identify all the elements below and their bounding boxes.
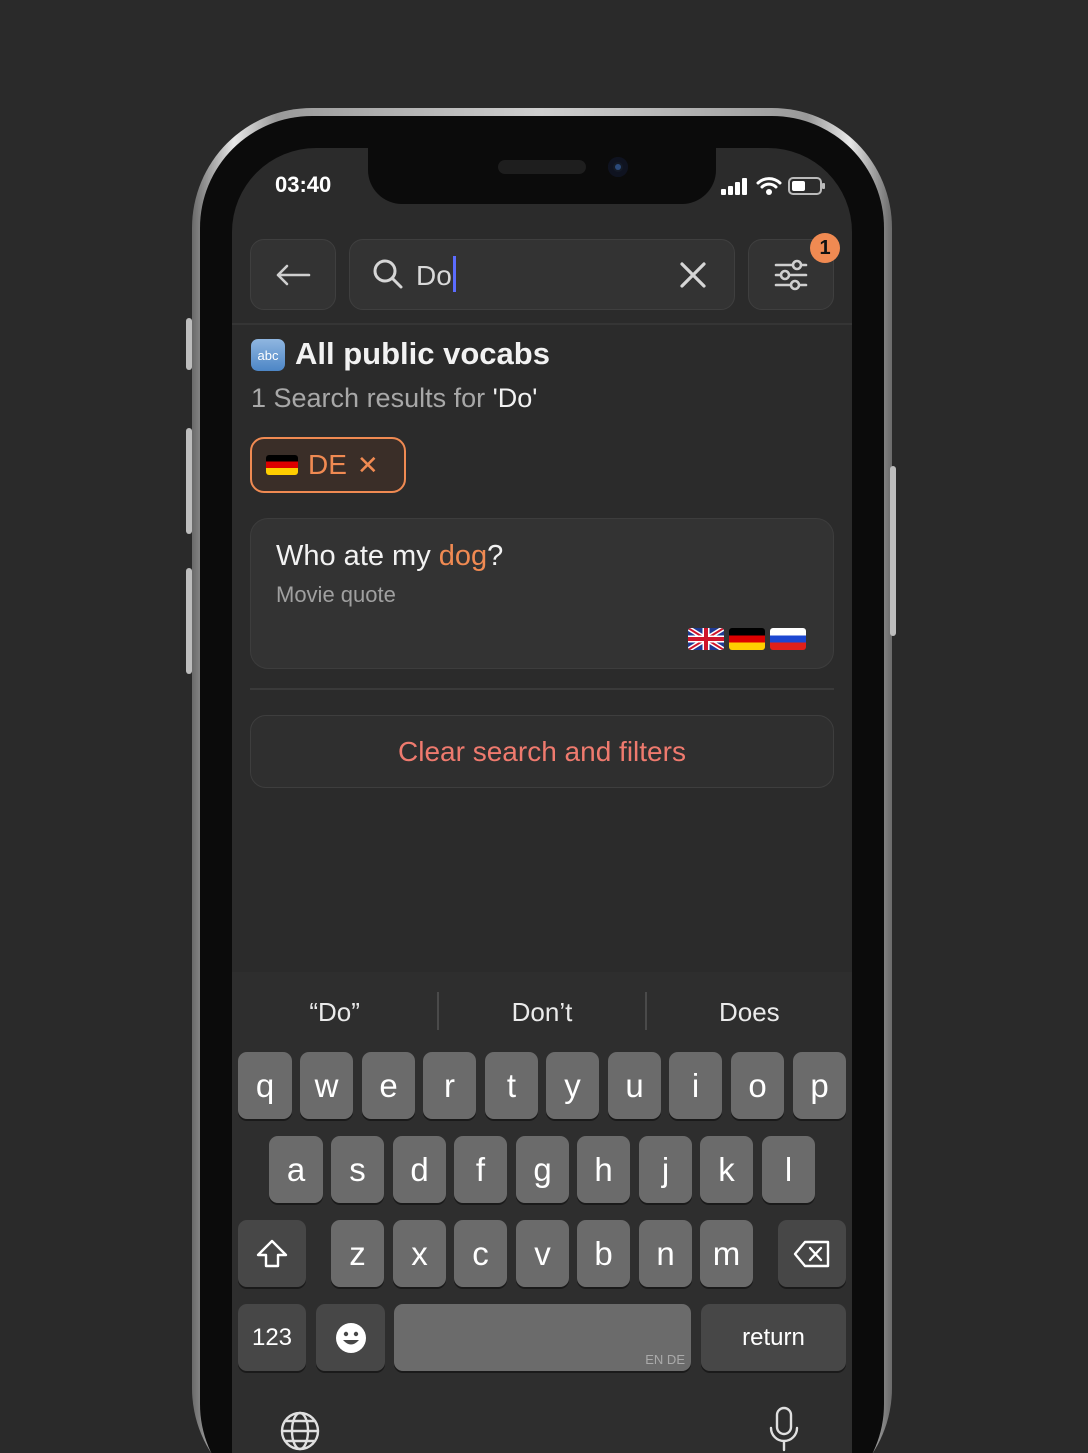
- signal-icon: [721, 178, 747, 195]
- search-icon: [373, 259, 403, 289]
- status-time: 03:40: [275, 172, 332, 197]
- key-m[interactable]: m: [700, 1220, 753, 1287]
- key-d[interactable]: d: [393, 1136, 446, 1203]
- wifi-icon: [756, 177, 782, 195]
- delete-key[interactable]: [778, 1220, 846, 1287]
- key-b[interactable]: b: [577, 1220, 630, 1287]
- key-a[interactable]: a: [269, 1136, 323, 1203]
- microphone-icon[interactable]: [768, 1406, 800, 1452]
- return-key[interactable]: return: [701, 1304, 846, 1371]
- filter-count-badge: 1: [810, 233, 840, 263]
- key-g[interactable]: g: [516, 1136, 569, 1203]
- suggestion-item[interactable]: Don’t: [439, 988, 644, 1036]
- battery-icon: [788, 177, 825, 195]
- flag-gb-icon: [688, 628, 724, 650]
- search-value[interactable]: Do: [416, 256, 456, 292]
- key-z[interactable]: z: [331, 1220, 384, 1287]
- backspace-icon: [793, 1240, 830, 1267]
- result-title: Who ate my dog?: [276, 540, 504, 572]
- power-button: [890, 466, 896, 636]
- key-q[interactable]: q: [238, 1052, 292, 1119]
- space-language-label: EN DE: [645, 1352, 685, 1367]
- key-s[interactable]: s: [331, 1136, 384, 1203]
- key-p[interactable]: p: [793, 1052, 846, 1119]
- text-caret: [452, 256, 456, 292]
- key-x[interactable]: x: [393, 1220, 446, 1287]
- chip-label: DE: [308, 449, 347, 480]
- status-icons: [720, 176, 826, 196]
- speaker: [498, 160, 586, 174]
- front-camera: [608, 157, 628, 177]
- keyboard-suggestions: “Do” Don’t Does: [232, 988, 852, 1036]
- volume-up-button: [186, 428, 192, 534]
- key-v[interactable]: v: [516, 1220, 569, 1287]
- results-summary: 1 Search results for 'Do': [251, 383, 538, 413]
- clear-search-and-filters-button[interactable]: Clear search and filters: [250, 715, 834, 788]
- numbers-key[interactable]: 123: [238, 1304, 306, 1371]
- page-title: All public vocabs: [295, 336, 550, 371]
- key-l[interactable]: l: [762, 1136, 815, 1203]
- emoji-key[interactable]: [316, 1304, 385, 1371]
- abc-icon: abc: [251, 339, 285, 371]
- globe-icon[interactable]: [279, 1410, 321, 1452]
- back-button[interactable]: [250, 239, 336, 310]
- remove-chip-icon[interactable]: ✕: [357, 450, 379, 481]
- notch: [368, 148, 716, 204]
- keyboard: [232, 972, 852, 1453]
- suggestion-item[interactable]: Does: [647, 988, 852, 1036]
- list-divider: [250, 688, 834, 690]
- mute-switch: [186, 318, 192, 370]
- clear-search-icon[interactable]: [678, 260, 708, 290]
- key-i[interactable]: i: [669, 1052, 722, 1119]
- key-n[interactable]: n: [639, 1220, 692, 1287]
- result-languages: [688, 628, 806, 650]
- header-divider: [232, 323, 852, 325]
- key-y[interactable]: y: [546, 1052, 599, 1119]
- sliders-icon: [774, 259, 808, 290]
- key-j[interactable]: j: [639, 1136, 692, 1203]
- key-u[interactable]: u: [608, 1052, 661, 1119]
- key-o[interactable]: o: [731, 1052, 784, 1119]
- language-filter-chip[interactable]: DE ✕: [250, 437, 406, 493]
- volume-down-button: [186, 568, 192, 674]
- shift-key[interactable]: [238, 1220, 306, 1287]
- key-c[interactable]: c: [454, 1220, 507, 1287]
- emoji-icon: [335, 1322, 366, 1353]
- key-r[interactable]: r: [423, 1052, 476, 1119]
- flag-de-icon: [729, 628, 765, 650]
- arrow-left-icon: [276, 264, 311, 285]
- flag-ru-icon: [770, 628, 806, 650]
- suggestion-item[interactable]: “Do”: [232, 988, 437, 1036]
- space-key[interactable]: EN DE: [394, 1304, 691, 1371]
- shift-icon: [256, 1239, 288, 1267]
- key-e[interactable]: e: [362, 1052, 415, 1119]
- flag-de-icon: [266, 455, 298, 475]
- key-k[interactable]: k: [700, 1136, 753, 1203]
- key-f[interactable]: f: [454, 1136, 507, 1203]
- key-w[interactable]: w: [300, 1052, 353, 1119]
- key-t[interactable]: t: [485, 1052, 538, 1119]
- key-h[interactable]: h: [577, 1136, 630, 1203]
- result-subtitle: Movie quote: [276, 582, 396, 607]
